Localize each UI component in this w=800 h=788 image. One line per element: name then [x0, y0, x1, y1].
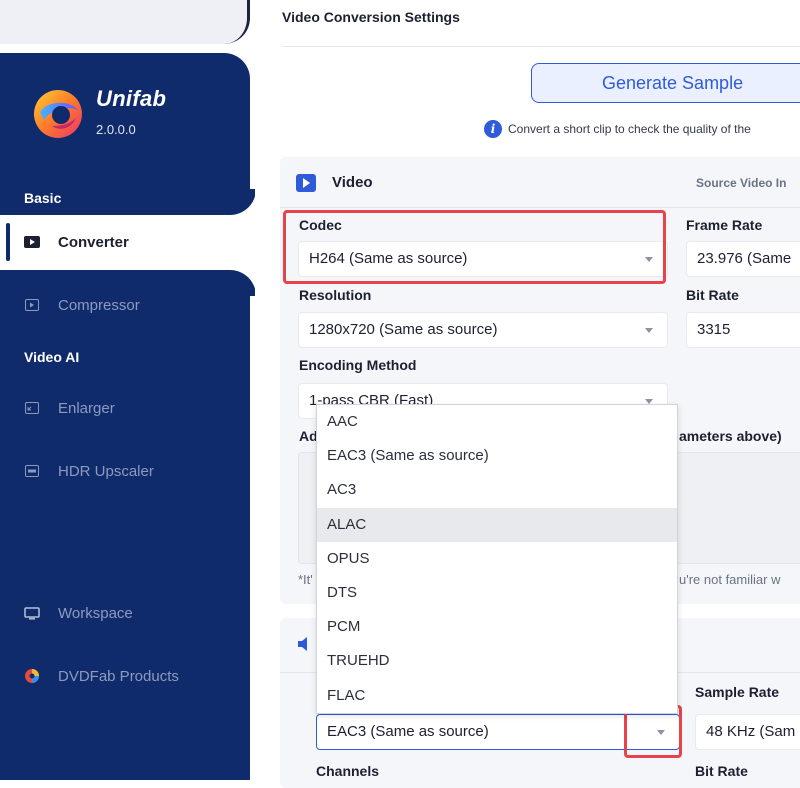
compressor-icon [24, 299, 40, 311]
encoding-method-label: Encoding Method [299, 357, 417, 373]
audio-codec-select[interactable]: EAC3 (Same as source) [316, 714, 680, 750]
dropdown-option[interactable]: DTS [317, 576, 677, 610]
sidebar-item-workspace[interactable]: Workspace [24, 601, 133, 625]
sidebar-item-hdr-upscaler[interactable]: HDR Upscaler [24, 459, 154, 483]
sidebar-nav-panel [0, 270, 250, 780]
sample-info: i Convert a short clip to check the qual… [484, 120, 751, 138]
resolution-value: 1280x720 (Same as source) [309, 321, 498, 338]
video-section-label: Video [332, 174, 373, 191]
audio-codec-value: EAC3 (Same as source) [327, 723, 489, 740]
sidebar-item-label: Converter [58, 233, 129, 251]
sidebar: Unifab 2.0.0.0 Basic Converter Compresso… [0, 0, 255, 780]
video-play-icon [296, 174, 316, 192]
speaker-icon [298, 637, 307, 651]
sidebar-item-label: Workspace [58, 604, 133, 622]
divider [282, 46, 800, 47]
section-heading-video-ai: Video AI [24, 349, 80, 365]
advanced-label: Ad [299, 428, 318, 444]
dropdown-option[interactable]: PCM [317, 610, 677, 644]
frame-rate-label: Frame Rate [686, 217, 763, 233]
monitor-icon [24, 606, 40, 619]
channels-label: Channels [316, 763, 380, 779]
chevron-down-icon [657, 730, 665, 735]
sidebar-item-label: HDR Upscaler [58, 462, 154, 480]
source-video-info[interactable]: Source Video In [696, 176, 786, 190]
brand-name: Unifab [96, 86, 167, 111]
sample-rate-label: Sample Rate [695, 684, 780, 700]
bit-rate-input[interactable]: 3315 [686, 312, 800, 348]
page-title: Video Conversion Settings [282, 9, 460, 25]
codec-label: Codec [299, 217, 342, 233]
converter-icon [24, 236, 40, 248]
dropdown-option[interactable]: AC3 [317, 473, 677, 507]
chevron-down-icon [645, 257, 653, 262]
resolution-label: Resolution [299, 287, 372, 303]
sample-info-text: Convert a short clip to check the qualit… [508, 122, 751, 136]
hdr-icon [24, 465, 40, 477]
window-frame-top [0, 0, 250, 44]
sidebar-item-enlarger[interactable]: Enlarger [24, 396, 115, 420]
sidebar-item-dvdfab-products[interactable]: DVDFab Products [24, 664, 179, 688]
section-heading-basic: Basic [24, 190, 62, 206]
dropdown-option[interactable]: AAC [317, 405, 677, 439]
advanced-label-tail: ameters above) [679, 428, 782, 444]
frame-rate-select[interactable]: 23.976 (Same [686, 241, 800, 277]
generate-sample-button[interactable]: Generate Sample [531, 63, 800, 103]
dropdown-option[interactable]: TRUEHD [317, 644, 677, 678]
sample-rate-value: 48 KHz (Sam [706, 723, 796, 740]
bit-rate-label: Bit Rate [686, 287, 739, 303]
resolution-select[interactable]: 1280x720 (Same as source) [298, 312, 668, 348]
enlarger-icon [24, 402, 40, 414]
sample-rate-select[interactable]: 48 KHz (Sam [695, 714, 800, 750]
dropdown-option[interactable]: EAC3 (Same as source) [317, 439, 677, 473]
dropdown-option[interactable]: OPUS [317, 542, 677, 576]
video-codec-value: H264 (Same as source) [309, 250, 468, 267]
sidebar-item-compressor[interactable]: Compressor [24, 293, 140, 317]
app-version: 2.0.0.0 [96, 122, 136, 137]
sidebar-item-label: Enlarger [58, 399, 115, 417]
sidebar-item-label: DVDFab Products [58, 667, 179, 685]
active-indicator [6, 223, 10, 261]
audio-codec-dropdown[interactable]: AAC EAC3 (Same as source) AC3 ALAC OPUS … [316, 404, 678, 714]
unifab-logo-icon [34, 90, 82, 138]
sidebar-item-converter[interactable]: Converter [24, 230, 129, 254]
sidebar-item-label: Compressor [58, 296, 140, 314]
dvdfab-icon [24, 669, 40, 683]
audio-bit-rate-label: Bit Rate [695, 763, 748, 779]
bit-rate-value: 3315 [697, 321, 731, 338]
video-codec-select[interactable]: H264 (Same as source) [298, 241, 668, 277]
dropdown-option-hovered[interactable]: ALAC [317, 507, 677, 542]
info-icon: i [484, 120, 502, 138]
footnote-tail: u're not familiar w [679, 572, 781, 587]
frame-rate-value: 23.976 (Same [697, 250, 792, 267]
footnote: *It' [298, 572, 313, 587]
chevron-down-icon [645, 328, 653, 333]
video-panel-header: Video Source Video In [280, 157, 800, 208]
dropdown-option[interactable]: FLAC [317, 679, 677, 713]
